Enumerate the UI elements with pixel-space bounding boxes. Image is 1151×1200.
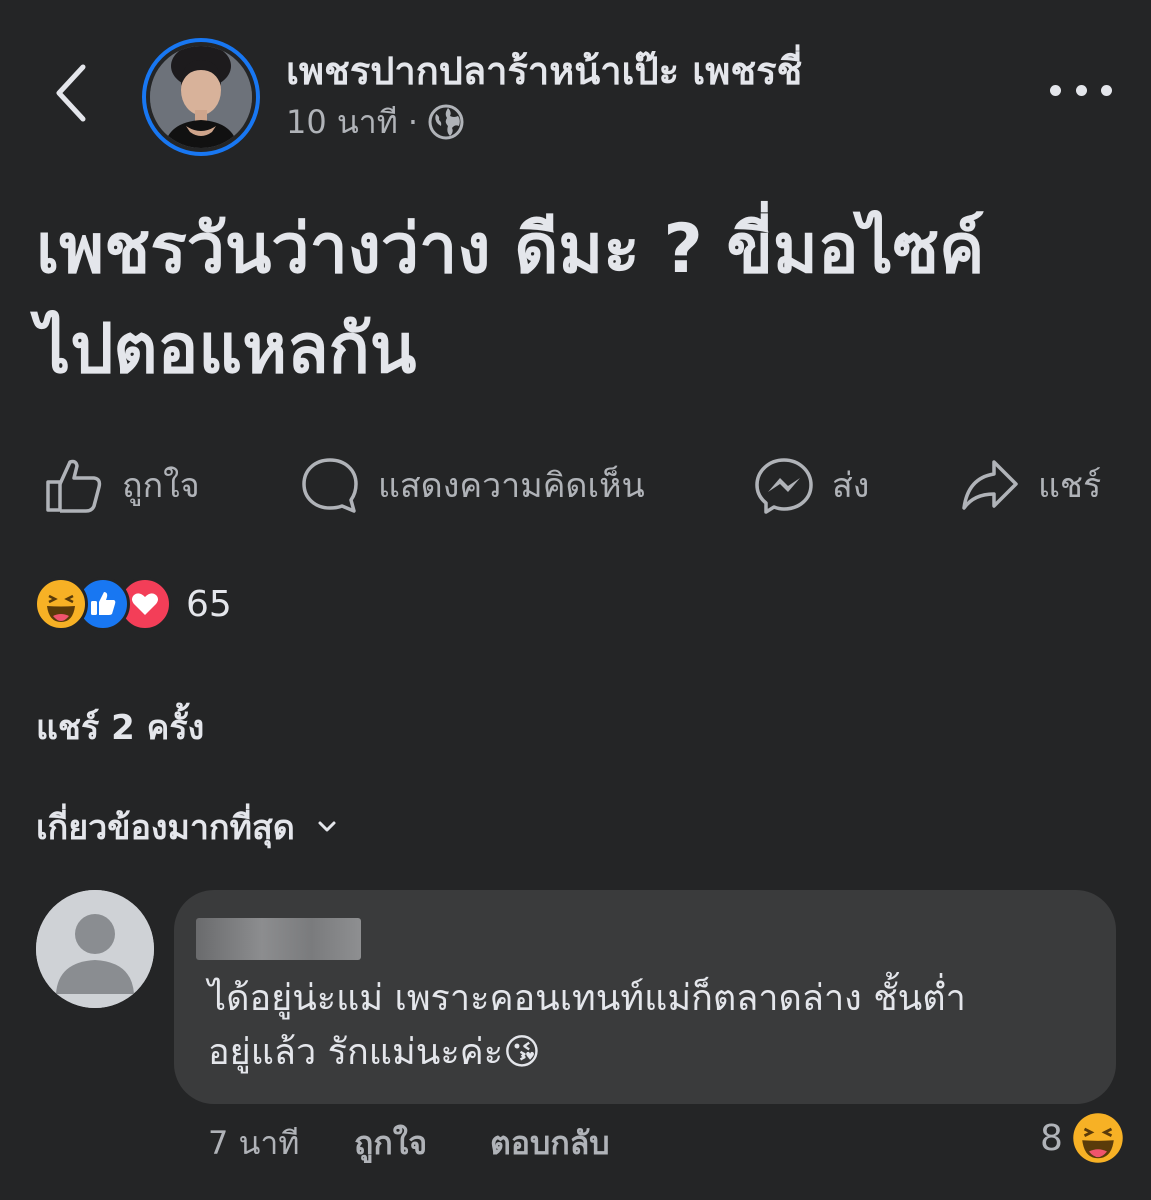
comment-icon — [302, 458, 358, 513]
comment-text: ได้อยู่น่ะแม่ เพราะคอนเทนท์แม่ก็ตลาดล่าง… — [208, 972, 1098, 1080]
comment-reaction-count: 8 — [1040, 1117, 1063, 1159]
page-avatar[interactable] — [142, 38, 260, 156]
more-options-button[interactable] — [1050, 70, 1112, 110]
share-icon — [962, 460, 1018, 510]
sort-label: เกี่ยวข้องมากที่สุด — [36, 808, 295, 848]
comment-text-line: ได้อยู่น่ะแม่ เพราะคอนเทนท์แม่ก็ตลาดล่าง… — [208, 978, 966, 1019]
share-label: แชร์ — [1038, 466, 1102, 506]
haha-reaction-icon — [1073, 1113, 1123, 1163]
default-avatar-icon — [36, 890, 154, 1008]
more-dot — [1101, 84, 1112, 96]
send-label: ส่ง — [832, 466, 870, 506]
comment-button[interactable]: แสดงความคิดเห็น — [300, 450, 645, 520]
comment-sort-dropdown[interactable]: เกี่ยวข้องมากที่สุด — [36, 802, 337, 852]
reaction-summary[interactable]: 65 — [34, 577, 232, 631]
comment-text-line: อยู่แล้ว รักแม่นะค่ะ😘 — [208, 1032, 541, 1073]
comment-reply-button[interactable]: ตอบกลับ — [490, 1118, 610, 1169]
more-dot — [1075, 84, 1087, 96]
commenter-name-redacted[interactable] — [196, 918, 361, 960]
post-text-line: ไปตอแหลกัน — [36, 310, 417, 389]
page-name[interactable]: เพชรปากปลาร้าหน้าเป๊ะ เพชรชี่ — [286, 40, 802, 101]
like-icon — [46, 459, 102, 513]
send-button[interactable]: ส่ง — [754, 450, 869, 520]
chevron-left-icon — [56, 64, 86, 121]
comment-like-button[interactable]: ถูกใจ — [354, 1118, 427, 1169]
post-meta: 10 นาที · — [286, 100, 464, 144]
share-count[interactable]: แชร์ 2 ครั้ง — [36, 700, 204, 754]
profile-photo — [150, 46, 252, 148]
share-button[interactable]: แชร์ — [960, 450, 1101, 520]
commenter-avatar[interactable] — [36, 890, 154, 1008]
messenger-icon — [755, 458, 813, 514]
comment-reaction-summary[interactable]: 8 — [1040, 1110, 1125, 1166]
chevron-down-icon — [318, 821, 336, 832]
like-label: ถูกใจ — [122, 466, 200, 506]
haha-reaction-icon — [34, 577, 88, 631]
post-text: เพชรวันว่างว่าง ดีมะ ? ขี่มอไซค์ ไปตอแหล… — [36, 200, 1116, 400]
globe-icon — [428, 104, 464, 140]
like-button[interactable]: ถูกใจ — [44, 450, 200, 520]
post-time[interactable]: 10 นาที — [286, 97, 398, 148]
comment-time: 7 นาที — [208, 1124, 300, 1162]
comment-label: แสดงความคิดเห็น — [378, 466, 645, 506]
post-text-line: เพชรวันว่างว่าง ดีมะ ? ขี่มอไซค์ — [36, 210, 985, 289]
reaction-count: 65 — [186, 583, 232, 625]
back-button[interactable] — [40, 55, 100, 130]
more-dot — [1050, 84, 1061, 96]
meta-separator: · — [407, 103, 418, 141]
